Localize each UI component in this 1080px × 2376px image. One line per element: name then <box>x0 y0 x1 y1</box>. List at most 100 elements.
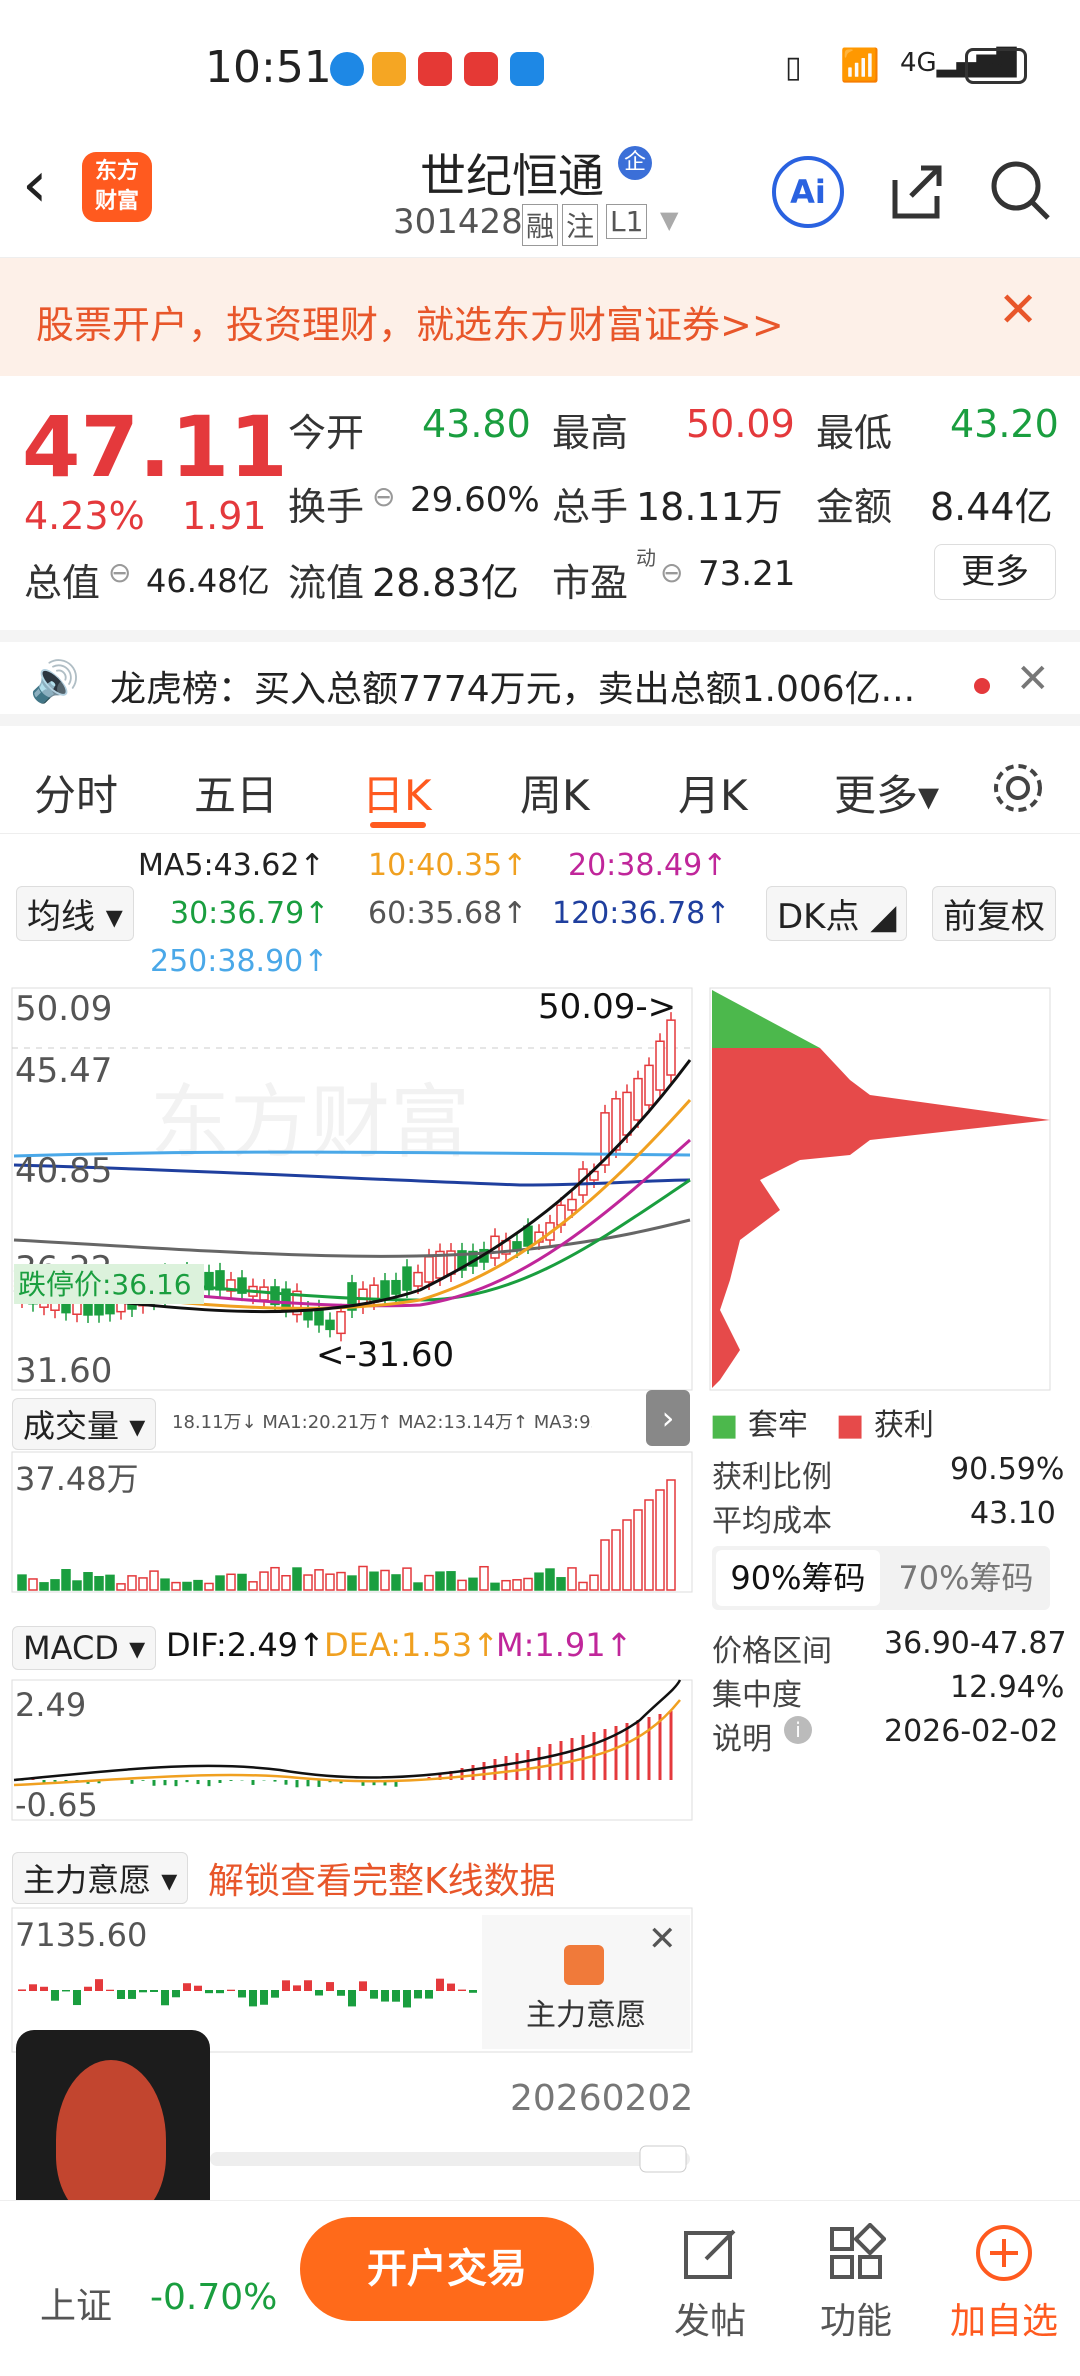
force-bar <box>260 1990 268 2005</box>
promo-banner[interactable]: 股票开户，投资理财，就选东方财富证券>> ✕ <box>0 258 1080 376</box>
price-range-value: 36.90-47.87 <box>884 1626 1067 1661</box>
dk-point-selector[interactable]: DK点 ◢ <box>766 886 908 941</box>
post-button[interactable]: 发帖 <box>650 2201 770 2344</box>
volume-bar <box>138 1577 148 1591</box>
candle <box>281 1288 291 1311</box>
low-value: 43.20 <box>950 402 1059 446</box>
adjust-selector[interactable]: 前复权 <box>932 886 1056 941</box>
tab-monthly-k[interactable]: 月K <box>678 762 748 823</box>
ai-icon[interactable]: Ai <box>772 156 844 228</box>
close-icon[interactable]: ✕ <box>998 282 1038 338</box>
pct-change: 4.23% <box>24 494 145 538</box>
back-icon[interactable]: ‹ <box>22 148 48 222</box>
function-button[interactable]: 功能 <box>796 2201 916 2344</box>
macd-selector[interactable]: MACD ▾ <box>12 1626 157 1670</box>
info-icon[interactable]: ⊖ <box>108 556 131 589</box>
tab-intraday[interactable]: 分时 <box>34 762 118 823</box>
tab-90-chips[interactable]: 90%筹码 <box>716 1550 880 1606</box>
force-bar <box>128 1990 136 1999</box>
close-icon[interactable]: ✕ <box>1016 656 1050 702</box>
volume-bar <box>501 1579 511 1591</box>
book-app-icon <box>464 52 498 86</box>
volume-bar <box>204 1582 214 1591</box>
index-change[interactable]: -0.70% <box>150 2277 277 2318</box>
volume-bar <box>556 1577 566 1591</box>
index-name[interactable]: 上证 <box>40 2277 112 2329</box>
volume-bar <box>578 1581 588 1591</box>
y-label-3: 40.85 <box>15 1151 112 1191</box>
settings-gear-icon[interactable] <box>990 760 1046 816</box>
force-bar <box>403 1990 411 2008</box>
search-icon[interactable] <box>988 158 1052 222</box>
volume-bar <box>380 1569 390 1591</box>
tab-daily-k[interactable]: 日K <box>362 762 432 823</box>
share-icon[interactable] <box>885 160 947 222</box>
volume-bar <box>226 1573 236 1591</box>
volume-bar <box>446 1571 456 1591</box>
mascot-image <box>56 2060 166 2220</box>
open-account-trade-button[interactable]: 开户交易 <box>300 2217 594 2321</box>
force-bar <box>73 1990 81 2006</box>
volume-bar <box>435 1571 445 1591</box>
force-bar <box>95 1979 103 1991</box>
watermark: 东方财富 <box>150 1076 470 1169</box>
edit-icon <box>684 2229 736 2279</box>
force-bar <box>40 1986 48 1991</box>
pe-superscript: 动 <box>636 546 656 570</box>
volume-bar <box>116 1583 126 1591</box>
force-selector[interactable]: 主力意愿 ▾ <box>12 1852 189 1904</box>
promo-text[interactable]: 股票开户，投资理财，就选东方财富证券>> <box>36 294 784 349</box>
dragon-tiger-notice[interactable]: 🔊 龙虎榜：买入总额7774万元，卖出总额1.006亿... ✕ <box>0 630 1080 726</box>
add-watchlist-button[interactable]: 加自选 <box>944 2201 1064 2344</box>
unlock-link[interactable]: 解锁查看完整K线数据 <box>208 1852 556 1904</box>
candle <box>380 1280 390 1299</box>
volume-bar <box>490 1582 500 1591</box>
tab-70-chips[interactable]: 70%筹码 <box>884 1550 1048 1606</box>
force-bar <box>436 1978 444 1991</box>
tab-weekly-k[interactable]: 周K <box>520 762 590 823</box>
ma-selector[interactable]: 均线 ▾ <box>16 886 134 941</box>
candle <box>402 1266 412 1291</box>
volume-bar <box>600 1539 610 1591</box>
dropdown-icon[interactable]: ▼ <box>660 206 678 234</box>
info-icon[interactable]: i <box>784 1716 812 1744</box>
level-tag: L1 <box>606 204 648 239</box>
tab-indicator <box>370 822 426 828</box>
ma120-value: 120:36.78↑ <box>552 896 731 931</box>
grid-icon <box>830 2222 887 2279</box>
info-icon[interactable]: ⊖ <box>372 480 395 513</box>
volume-bar <box>28 1578 38 1591</box>
low-marker: <-31.60 <box>316 1335 454 1375</box>
mcap-value: 46.48亿 <box>146 562 270 600</box>
expand-arrow-icon[interactable]: › <box>646 1390 690 1446</box>
tab-five-day[interactable]: 五日 <box>194 762 278 823</box>
notice-text[interactable]: 龙虎榜：买入总额7774万元，卖出总额1.006亿... <box>110 660 915 712</box>
chip-legend-trapped: ■ 套牢 <box>710 1408 808 1443</box>
candle <box>611 1098 621 1151</box>
volume-bar <box>336 1571 346 1591</box>
y-label-min: 31.60 <box>15 1351 112 1391</box>
scroll-track <box>210 2152 690 2166</box>
info-icon[interactable]: ⊖ <box>660 556 683 589</box>
force-bar <box>150 1990 158 1992</box>
stock-header: ‹ 东方 财富 世纪恒通 企 301428 融 注 L1 ▼ Ai <box>0 130 1080 258</box>
volume-bar <box>534 1572 544 1591</box>
volume-selector[interactable]: 成交量 ▾ <box>12 1398 157 1450</box>
period-tabs: 分时 五日 日K 周K 月K 更多▾ <box>0 738 1080 834</box>
candle <box>633 1077 643 1121</box>
volume-bar <box>468 1577 478 1591</box>
profit-ratio-value: 90.59% <box>950 1452 1065 1487</box>
force-bar <box>414 1990 422 1999</box>
force-bar <box>370 1990 378 1999</box>
force-bar <box>18 1989 26 1991</box>
eastmoney-logo: 东方 财富 <box>82 152 152 222</box>
more-button[interactable]: 更多 <box>934 544 1056 600</box>
mcap-label: 总值 <box>24 561 101 605</box>
wifi-icon: 📶 <box>840 46 880 84</box>
force-bar <box>29 1984 37 1991</box>
price-change: 1.91 <box>182 494 267 538</box>
candle <box>655 1040 665 1091</box>
plus-circle-icon <box>976 2225 1032 2281</box>
volume-bar <box>424 1574 434 1591</box>
tab-more[interactable]: 更多▾ <box>834 762 939 823</box>
